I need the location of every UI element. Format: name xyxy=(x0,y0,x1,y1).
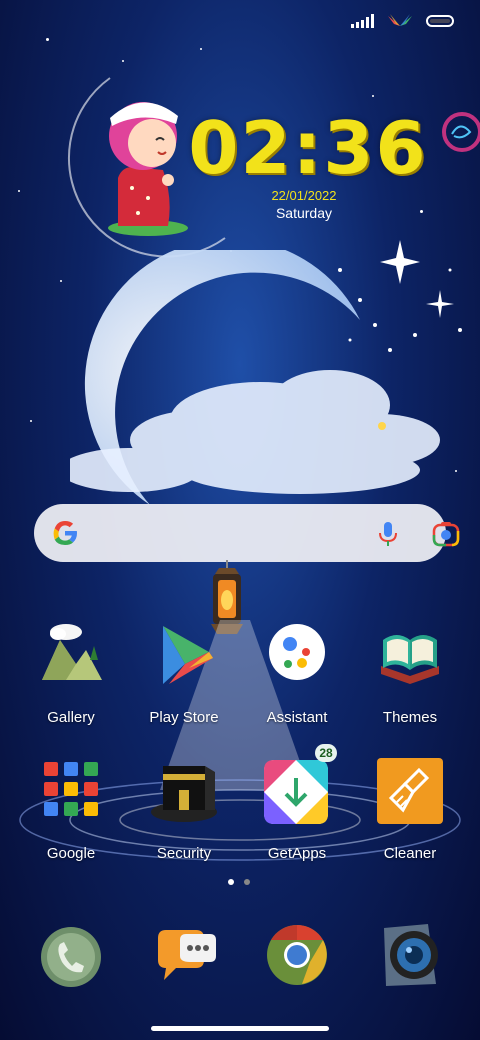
page-dot[interactable] xyxy=(244,879,250,885)
microphone-icon[interactable] xyxy=(376,520,400,548)
app-label: Gallery xyxy=(47,709,95,726)
app-play-store[interactable]: Play Store xyxy=(134,620,234,726)
home-gesture-bar[interactable] xyxy=(151,1026,329,1031)
dock-camera[interactable] xyxy=(376,920,446,990)
google-folder-icon xyxy=(44,762,98,816)
quran-themes-icon xyxy=(381,635,439,684)
clock-time[interactable]: 02:36 xyxy=(188,106,428,190)
clock-day: Saturday xyxy=(275,205,333,221)
assistant-icon xyxy=(269,624,325,680)
clock-date: 22/01/2022 xyxy=(271,188,337,203)
google-search-bar[interactable] xyxy=(34,504,460,562)
chrome-icon xyxy=(267,925,327,985)
app-label: Play Store xyxy=(149,709,219,726)
clouds xyxy=(70,370,440,494)
app-security[interactable]: Security xyxy=(134,756,234,862)
dock-messages[interactable] xyxy=(150,920,220,990)
getapps-badge: 28 xyxy=(315,744,337,762)
google-lens-icon[interactable] xyxy=(432,521,460,547)
app-label: GetApps xyxy=(267,845,327,862)
getapps-icon xyxy=(264,760,328,824)
app-google-folder[interactable]: Google xyxy=(21,756,121,862)
messages-icon xyxy=(158,930,216,980)
praying-child-illustration xyxy=(108,102,188,236)
dock-chrome[interactable] xyxy=(262,920,332,990)
dock-phone[interactable] xyxy=(36,920,106,990)
app-label: Security xyxy=(156,845,212,862)
battery-icon xyxy=(426,15,454,27)
camera-icon xyxy=(384,924,438,986)
page-dot-active[interactable] xyxy=(228,879,234,885)
status-bar xyxy=(351,14,454,28)
gallery-icon xyxy=(42,624,102,680)
wing-logo-icon xyxy=(388,14,412,26)
app-label: Cleaner xyxy=(383,845,437,862)
app-cleaner[interactable]: Cleaner xyxy=(360,756,460,862)
app-label: Themes xyxy=(382,709,438,726)
play-store-icon xyxy=(163,626,213,684)
broom-cleaner-icon xyxy=(377,758,443,824)
app-getapps[interactable]: 28 GetApps xyxy=(247,744,347,862)
kaaba-security-icon xyxy=(151,766,217,822)
app-gallery[interactable]: Gallery xyxy=(21,620,121,726)
arabic-calligraphy-icon xyxy=(442,112,480,152)
page-indicator xyxy=(228,879,250,885)
signal-bars-icon xyxy=(351,14,374,28)
app-assistant[interactable]: Assistant xyxy=(247,620,347,726)
phone-icon xyxy=(41,927,101,987)
app-label: Google xyxy=(46,845,96,862)
google-g-icon xyxy=(53,521,77,545)
app-themes[interactable]: Themes xyxy=(360,620,460,726)
app-label: Assistant xyxy=(266,709,328,726)
